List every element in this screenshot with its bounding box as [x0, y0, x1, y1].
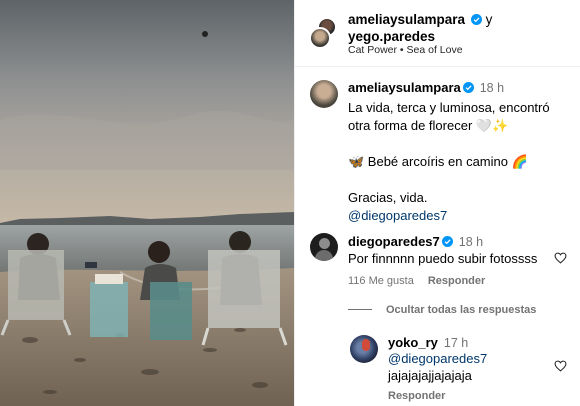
reply-button[interactable]: Responder: [388, 390, 445, 402]
reply-mention[interactable]: @diegoparedes7: [388, 351, 487, 367]
comment-text: Por finnnnn puedo subir fotossss: [348, 251, 538, 266]
avatar[interactable]: [310, 80, 338, 108]
avatar: [309, 27, 331, 49]
author-conjunction: y: [485, 12, 493, 27]
post-panel: ameliaysulampara y yego.paredes Cat Powe…: [294, 0, 580, 406]
verified-badge-icon: [462, 82, 474, 93]
caption-line: La vida, terca y luminosa, encontró otra…: [348, 100, 550, 133]
reply-text: jajajajajjajajaja: [388, 368, 472, 383]
comment-username[interactable]: diegoparedes7: [348, 234, 440, 249]
reply: yoko_ry 17 h @diegoparedes7 jajajajajjaja…: [295, 332, 580, 406]
comment-header: diegoparedes7 18 h: [348, 234, 483, 250]
caption-mention[interactable]: @diegoparedes7: [348, 207, 573, 225]
comment-meta: 116 Me gusta Responder: [348, 275, 485, 287]
post-header: ameliaysulampara y yego.paredes Cat Powe…: [295, 0, 580, 67]
comment: diegoparedes7 18 h Por finnnnn puedo sub…: [295, 230, 580, 290]
caption-username[interactable]: ameliaysulampara: [348, 80, 461, 95]
avatar[interactable]: [310, 233, 338, 261]
verified-badge-icon: [470, 14, 482, 25]
reply-username[interactable]: yoko_ry: [388, 335, 438, 350]
hide-replies-button[interactable]: Ocultar todas las respuestas: [348, 304, 536, 316]
beach-photo: [0, 0, 294, 406]
like-count[interactable]: 116 Me gusta: [348, 275, 414, 287]
caption-line: Gracias, vida.: [348, 190, 428, 205]
reply-meta: Responder: [388, 390, 445, 402]
post-photo[interactable]: [0, 0, 294, 406]
author-link[interactable]: ameliaysulampara: [348, 12, 465, 27]
heart-icon[interactable]: [554, 252, 567, 264]
author-link[interactable]: yego.paredes: [348, 29, 435, 44]
music-info[interactable]: Cat Power • Sea of Love: [348, 44, 463, 56]
heart-icon[interactable]: [554, 360, 567, 372]
reply-time[interactable]: 17 h: [444, 336, 468, 350]
hide-replies-label: Ocultar todas las respuestas: [386, 304, 537, 316]
collab-avatars[interactable]: [309, 17, 339, 49]
post-authors: ameliaysulampara y yego.paredes: [348, 11, 492, 45]
caption-time[interactable]: 18 h: [480, 81, 504, 95]
avatar[interactable]: [350, 335, 378, 363]
verified-badge-icon: [441, 236, 453, 247]
caption-line: 🦋 Bebé arcoíris en camino 🌈: [348, 154, 528, 169]
caption-text: La vida, terca y luminosa, encontró otra…: [348, 99, 573, 225]
comment-time[interactable]: 18 h: [459, 235, 483, 249]
reply-header: yoko_ry 17 h: [388, 335, 468, 351]
reply-button[interactable]: Responder: [428, 275, 485, 287]
divider: [348, 309, 372, 310]
caption-header: ameliaysulampara 18 h: [348, 80, 504, 96]
